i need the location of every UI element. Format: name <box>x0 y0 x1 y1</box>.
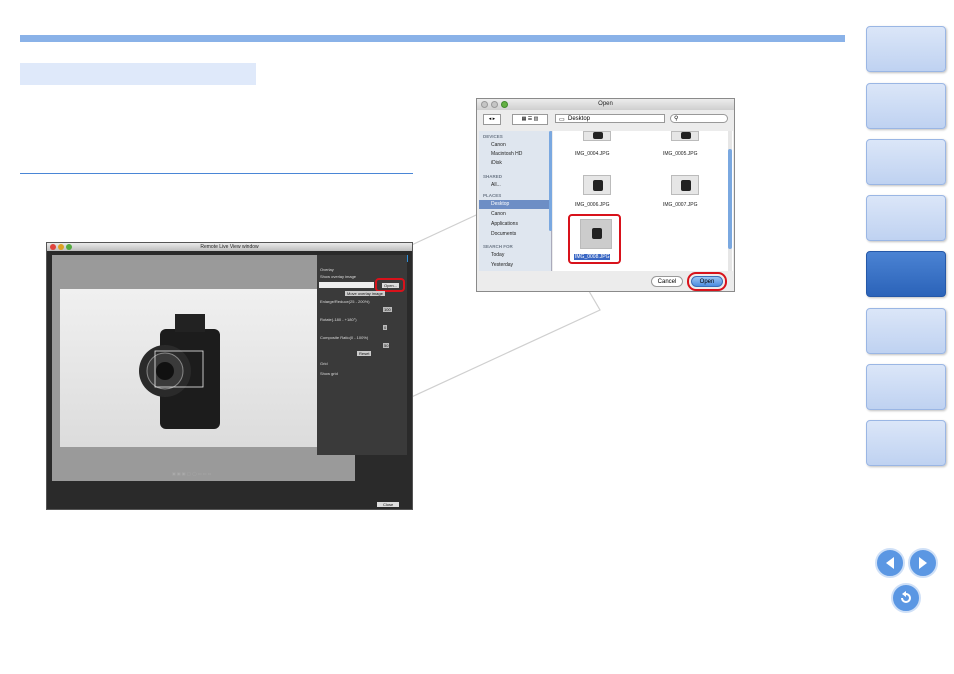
prev-page-button[interactable] <box>875 548 905 578</box>
highlight-open-overlay <box>375 278 405 292</box>
close-dot-icon[interactable] <box>50 244 56 250</box>
arrow-left-icon <box>886 557 894 569</box>
file-name-0007[interactable]: IMG_0007.JPG <box>663 202 697 208</box>
file-name-0004[interactable]: IMG_0004.JPG <box>575 151 609 157</box>
places-heading: PLACES <box>483 193 502 198</box>
live-view-area: ▣ ▣ ▣ ◯ ◯ ▭ ▭ ▭ <box>52 255 355 481</box>
file-thumb-0005[interactable] <box>671 131 699 141</box>
rotate-label: Rotate(-180 - +180°) <box>320 317 357 322</box>
side-tab-6[interactable] <box>866 308 946 354</box>
file-thumb-0006[interactable] <box>583 175 611 195</box>
divider-line <box>20 173 413 174</box>
dialog-title: Open <box>598 101 613 107</box>
location-popup[interactable]: ▭ Desktop <box>555 114 665 123</box>
grid-heading: Grid <box>320 361 328 366</box>
side-tab-4[interactable] <box>866 195 946 241</box>
composite-value-field[interactable]: 50 <box>383 343 390 348</box>
file-name-0006[interactable]: IMG_0006.JPG <box>575 202 609 208</box>
sidebar-selection <box>479 200 551 209</box>
file-thumb-0004[interactable] <box>583 131 611 141</box>
overlay-settings: Overlay Show overlay image Open... Move … <box>317 255 407 455</box>
move-overlay-button[interactable]: Move overlay image <box>345 291 385 296</box>
rlv-titlebar: Remote Live View window <box>47 243 412 251</box>
reset-button[interactable]: Reset <box>357 351 372 356</box>
sidebar-item-yesterday[interactable]: Yesterday <box>491 262 513 268</box>
dialog-sidebar: DEVICES Canon Macintosh HD iDisk SHARED … <box>479 131 552 271</box>
sidebar-item-macintosh-hd[interactable]: Macintosh HD <box>491 151 522 157</box>
file-scrollbar[interactable] <box>728 149 732 249</box>
remote-live-view-window: Remote Live View window ▣ ▣ ▣ ◯ ◯ ▭ ▭ ▭ … <box>46 242 413 510</box>
file-name-0005[interactable]: IMG_0005.JPG <box>663 151 697 157</box>
close-dot-icon[interactable] <box>481 101 488 108</box>
highlight-open-button <box>687 272 727 291</box>
zoom-dot-icon[interactable] <box>501 101 508 108</box>
composite-label: Composite Ratio(0 - 100%) <box>320 335 369 340</box>
search-icon: ⚲ <box>674 116 679 122</box>
section-heading-box <box>20 63 256 85</box>
sidebar-item-all[interactable]: All... <box>491 182 501 188</box>
minimize-dot-icon[interactable] <box>491 101 498 108</box>
search-input[interactable]: ⚲ <box>670 114 728 123</box>
side-tab-3[interactable] <box>866 139 946 185</box>
location-label: Desktop <box>568 116 591 122</box>
sidebar-item-canon-device[interactable]: Canon <box>491 142 506 148</box>
dialog-titlebar: Open <box>477 99 734 110</box>
rlv-close-button[interactable]: Close <box>377 502 400 507</box>
show-grid-checkbox[interactable]: Show grid <box>320 371 338 376</box>
file-browser: IMG_0004.JPG IMG_0005.JPG IMG_0006.JPG I… <box>553 131 733 271</box>
sidebar-item-desktop[interactable]: Desktop <box>491 201 509 207</box>
view-mode-buttons[interactable]: ▦ ☰ ▥ <box>512 114 548 125</box>
side-tab-1[interactable] <box>866 26 946 72</box>
sidebar-item-applications[interactable]: Applications <box>491 221 518 227</box>
return-icon <box>901 591 911 603</box>
folder-icon: ▭ <box>559 117 565 123</box>
side-tab-5-active[interactable] <box>866 251 946 297</box>
shared-heading: SHARED <box>483 174 503 179</box>
enlarge-label: Enlarge/Reduce(25 - 200%) <box>320 299 370 304</box>
sidebar-item-documents[interactable]: Documents <box>491 231 516 237</box>
minimize-dot-icon[interactable] <box>58 244 64 250</box>
side-tab-8[interactable] <box>866 420 946 466</box>
overlay-heading: Overlay <box>320 267 334 272</box>
enlarge-value-field[interactable]: 100 <box>383 307 392 312</box>
overlay-path-field[interactable] <box>319 282 374 288</box>
show-overlay-checkbox[interactable]: Show overlay image <box>320 274 356 279</box>
next-page-button[interactable] <box>908 548 938 578</box>
sidebar-item-today[interactable]: Today <box>491 252 504 258</box>
highlight-selected-file <box>568 214 621 264</box>
sidebar-item-canon-folder[interactable]: Canon <box>491 211 506 217</box>
open-dialog: Open ◂ ▸ ▦ ☰ ▥ ▭ Desktop ⚲ DEVICES Canon… <box>476 98 735 292</box>
devices-heading: DEVICES <box>483 134 503 139</box>
sidebar-item-idisk[interactable]: iDisk <box>491 160 502 166</box>
side-tab-7[interactable] <box>866 364 946 410</box>
arrow-right-icon <box>919 557 927 569</box>
back-forward-buttons[interactable]: ◂ ▸ <box>483 114 501 125</box>
search-for-heading: SEARCH FOR <box>483 244 513 249</box>
cancel-button[interactable]: Cancel <box>651 276 683 287</box>
file-thumb-0007[interactable] <box>671 175 699 195</box>
return-button[interactable] <box>891 583 921 613</box>
rotate-value-field[interactable]: 0 <box>383 325 388 330</box>
zoom-dot-icon[interactable] <box>66 244 72 250</box>
sidebar-scrollbar[interactable] <box>549 131 552 231</box>
camera-illustration <box>139 314 220 429</box>
header-bar <box>20 35 845 42</box>
rlv-title: Remote Live View window <box>200 244 259 250</box>
side-tab-2[interactable] <box>866 83 946 129</box>
camera-photo <box>60 289 347 447</box>
view-toolbar[interactable]: ▣ ▣ ▣ ◯ ◯ ▭ ▭ ▭ <box>172 471 211 476</box>
